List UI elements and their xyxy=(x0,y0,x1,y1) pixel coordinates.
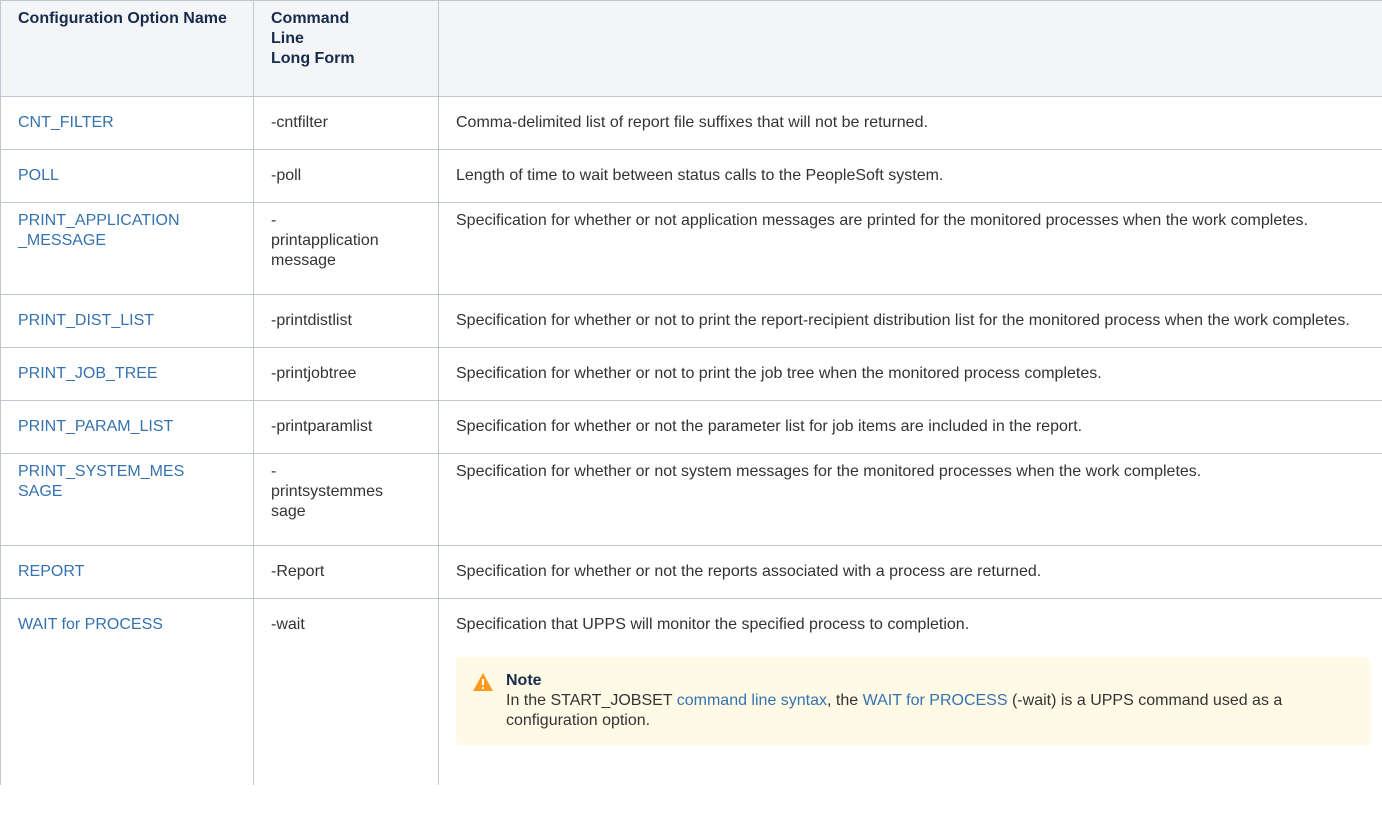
desc-cell: Specification that UPPS will monitor the… xyxy=(438,598,1382,785)
cmd-line: sage xyxy=(271,503,306,520)
cmd-cell: - printapplication message xyxy=(253,202,439,295)
table-row: WAIT for PROCESS -wait Specification tha… xyxy=(0,598,1382,785)
cmd-line: - xyxy=(271,463,277,480)
desc-cell: Specification for whether or not to prin… xyxy=(438,347,1382,401)
option-name-line: PRINT_APPLICATION xyxy=(18,212,180,229)
table-row: POLL -poll Length of time to wait betwee… xyxy=(0,149,1382,203)
header-command-line-long-form: Command Line Long Form xyxy=(253,0,439,97)
option-link-poll[interactable]: POLL xyxy=(18,167,59,184)
header-config-option-name: Configuration Option Name xyxy=(0,0,254,97)
table-row: PRINT_DIST_LIST -printdistlist Specifica… xyxy=(0,294,1382,348)
cmd-line: printapplication xyxy=(271,232,379,249)
option-link-wait-for-process[interactable]: WAIT for PROCESS xyxy=(18,616,163,633)
cmd-cell: -printjobtree xyxy=(253,347,439,401)
option-link-print-param-list[interactable]: PRINT_PARAM_LIST xyxy=(18,418,173,435)
wait-for-process-link[interactable]: WAIT for PROCESS xyxy=(863,692,1008,709)
header-command-line-2: Line xyxy=(271,30,304,47)
option-link-report[interactable]: REPORT xyxy=(18,563,84,580)
cmd-cell: - printsystemmes sage xyxy=(253,453,439,546)
desc-text: Specification that UPPS will monitor the… xyxy=(456,616,970,633)
cmd-cell: -cntfilter xyxy=(253,96,439,150)
option-name-line: _MESSAGE xyxy=(18,232,107,249)
note-body: In the START_JOBSET command line syntax,… xyxy=(506,691,1354,731)
desc-cell: Length of time to wait between status ca… xyxy=(438,149,1382,203)
desc-cell: Specification for whether or not the rep… xyxy=(438,545,1382,599)
option-name-line: SAGE xyxy=(18,483,63,500)
command-line-syntax-link[interactable]: command line syntax xyxy=(677,692,827,709)
note-text: In the START_JOBSET xyxy=(506,692,677,709)
cmd-cell: -poll xyxy=(253,149,439,203)
desc-cell: Specification for whether or not system … xyxy=(438,453,1382,546)
header-command-line-1: Command xyxy=(271,10,350,27)
desc-cell: Specification for whether or not applica… xyxy=(438,202,1382,295)
desc-cell: Specification for whether or not to prin… xyxy=(438,294,1382,348)
option-link-cnt-filter[interactable]: CNT_FILTER xyxy=(18,114,114,131)
warning-icon xyxy=(473,673,493,691)
table-row: PRINT_PARAM_LIST -printparamlist Specifi… xyxy=(0,400,1382,454)
cmd-line: printsystemmes xyxy=(271,483,384,500)
cmd-cell: -printdistlist xyxy=(253,294,439,348)
table-row: CNT_FILTER -cntfilter Comma-delimited li… xyxy=(0,96,1382,150)
cmd-cell: -Report xyxy=(253,545,439,599)
option-link-print-job-tree[interactable]: PRINT_JOB_TREE xyxy=(18,365,158,382)
option-name-line: PRINT_SYSTEM_MES xyxy=(18,463,185,480)
option-link-print-dist-list[interactable]: PRINT_DIST_LIST xyxy=(18,312,154,329)
cmd-line: - xyxy=(271,212,277,229)
cmd-cell: -wait xyxy=(253,598,439,785)
table-row: PRINT_APPLICATION _MESSAGE - printapplica… xyxy=(0,202,1382,295)
note-panel: Note In the START_JOBSET command line sy… xyxy=(456,657,1370,745)
config-options-table: Configuration Option Name Command Line L… xyxy=(0,0,1382,785)
desc-cell: Comma-delimited list of report file suff… xyxy=(438,96,1382,150)
header-command-line-3: Long Form xyxy=(271,50,355,67)
table-row: REPORT -Report Specification for whether… xyxy=(0,545,1382,599)
cmd-line: message xyxy=(271,252,336,269)
cmd-cell: -printparamlist xyxy=(253,400,439,454)
note-title: Note xyxy=(506,672,542,689)
desc-cell: Specification for whether or not the par… xyxy=(438,400,1382,454)
table-row: PRINT_JOB_TREE -printjobtree Specificati… xyxy=(0,347,1382,401)
header-description xyxy=(438,0,1382,97)
header-row: Configuration Option Name Command Line L… xyxy=(0,0,1382,97)
table-row: PRINT_SYSTEM_MES SAGE - printsystemmes sa… xyxy=(0,453,1382,546)
note-content: Note In the START_JOBSET command line sy… xyxy=(506,671,1354,731)
note-text: , the xyxy=(827,692,863,709)
option-link-print-system-message[interactable]: PRINT_SYSTEM_MES SAGE xyxy=(18,463,184,500)
option-link-print-application-message[interactable]: PRINT_APPLICATION _MESSAGE xyxy=(18,212,180,249)
